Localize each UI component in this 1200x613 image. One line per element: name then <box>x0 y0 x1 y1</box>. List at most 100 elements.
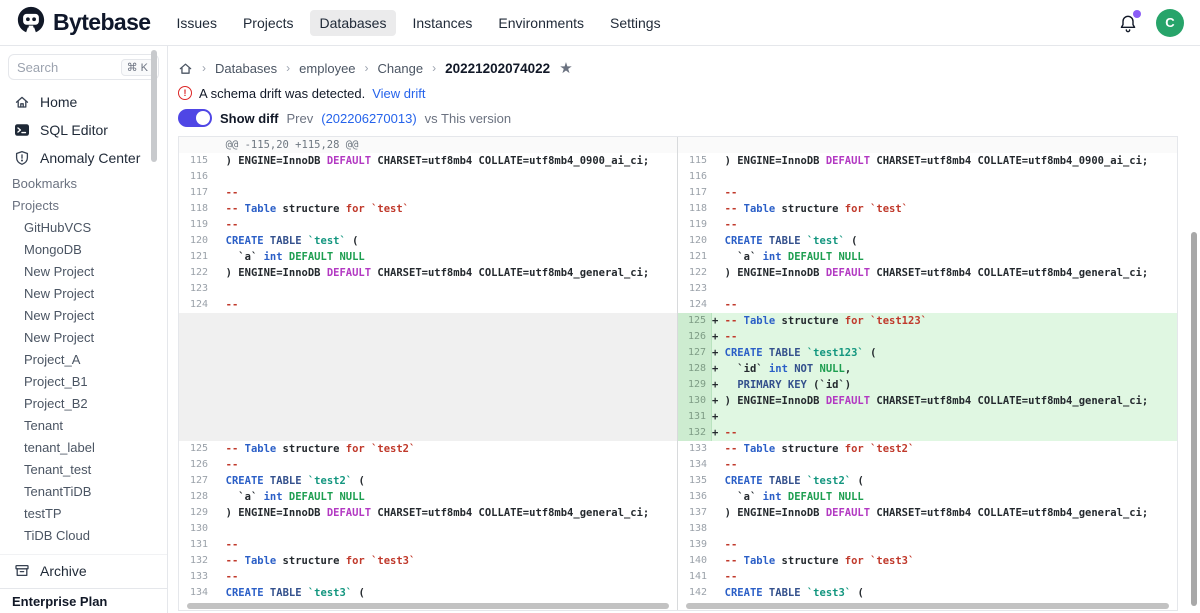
code-line: + ) ENGINE=InnoDB DEFAULT CHARSET=utf8mb… <box>712 393 1148 409</box>
nav-item-issues[interactable]: Issues <box>166 10 226 36</box>
show-diff-toggle[interactable] <box>178 109 212 127</box>
breadcrumb-home-icon[interactable] <box>178 61 193 76</box>
line-number: 119 <box>678 217 712 233</box>
code-line: CREATE TABLE `test` ( <box>213 233 358 249</box>
line-number: 139 <box>678 537 712 553</box>
line-number: 117 <box>678 185 712 201</box>
code-line <box>213 169 226 185</box>
diff-marker <box>213 235 226 247</box>
sidebar-project-item[interactable]: Project_B2 <box>0 392 167 414</box>
code-line: `a` int DEFAULT NULL <box>213 489 365 505</box>
code-line: + `id` int NOT NULL, <box>712 361 851 377</box>
diff-marker <box>712 507 725 519</box>
diff-add-marker: + <box>712 331 725 343</box>
hscroll-thumb[interactable] <box>187 603 669 609</box>
sidebar-archive-section: Archive <box>0 554 167 585</box>
search-box[interactable]: ⌘ K <box>8 54 159 80</box>
breadcrumb: › Databases › employee › Change › 202212… <box>178 56 1178 80</box>
brand[interactable]: Bytebase <box>16 5 150 40</box>
diff-add-marker: + <box>712 347 725 359</box>
code-line <box>712 137 725 153</box>
line-number: 131 <box>179 537 213 553</box>
home-icon <box>14 94 30 110</box>
diff-marker <box>712 171 725 183</box>
sidebar-project-item[interactable]: Tenant_test <box>0 458 167 480</box>
sidebar-project-item[interactable]: New Project <box>0 304 167 326</box>
line-number: 131 <box>678 409 712 425</box>
sidebar-section-bookmarks[interactable]: Bookmarks <box>0 172 167 194</box>
code-line: CREATE TABLE `test2` ( <box>213 473 365 489</box>
line-number: 119 <box>179 217 213 233</box>
code-line: @@ -115,20 +115,28 @@ <box>213 137 358 153</box>
sidebar-item-archive[interactable]: Archive <box>0 557 167 585</box>
code-line: -- <box>213 457 238 473</box>
sidebar-project-item[interactable]: New Project <box>0 326 167 348</box>
sidebar-item-sql-editor[interactable]: SQL Editor <box>0 116 167 144</box>
sidebar-section-projects[interactable]: Projects <box>0 194 167 216</box>
breadcrumb-item-databases[interactable]: Databases <box>215 61 277 76</box>
code-line: -- <box>213 537 238 553</box>
nav-item-instances[interactable]: Instances <box>402 10 482 36</box>
diff-marker <box>712 571 725 583</box>
diff-code-row: 133 -- Table structure for `test2` <box>678 441 1177 457</box>
sidebar-project-item[interactable]: New Project <box>0 260 167 282</box>
sidebar-project-item[interactable]: MongoDB <box>0 238 167 260</box>
sidebar-project-item[interactable]: GitHubVCS <box>0 216 167 238</box>
code-line: -- <box>712 217 737 233</box>
shield-icon <box>14 150 30 166</box>
bell-icon[interactable] <box>1118 13 1138 33</box>
code-line: -- Table structure for `test` <box>213 201 409 217</box>
line-number: 128 <box>179 489 213 505</box>
avatar[interactable]: C <box>1156 9 1184 37</box>
sidebar-project-item[interactable]: testTP <box>0 502 167 524</box>
diff-gap-row <box>179 329 677 345</box>
diff-code-row: 130 <box>179 521 677 537</box>
diff-marker <box>213 171 226 183</box>
sidebar-item-anomaly-center[interactable]: Anomaly Center <box>0 144 167 172</box>
diff-marker <box>712 251 725 263</box>
line-number: 129 <box>179 505 213 521</box>
diff-marker <box>712 523 725 535</box>
search-input[interactable] <box>17 60 117 75</box>
sidebar-project-item[interactable]: Project_B1 <box>0 370 167 392</box>
diff-rows-right: 115 ) ENGINE=InnoDB DEFAULT CHARSET=utf8… <box>678 137 1177 601</box>
diff-marker <box>213 187 226 199</box>
breadcrumb-item-employee[interactable]: employee <box>299 61 355 76</box>
archive-box-icon <box>14 563 30 579</box>
diff-code-row: 140 -- Table structure for `test3` <box>678 553 1177 569</box>
star-icon[interactable]: ★ <box>559 61 572 76</box>
nav-item-projects[interactable]: Projects <box>233 10 304 36</box>
code-line: -- Table structure for `test2` <box>712 441 914 457</box>
code-line: -- <box>213 217 238 233</box>
nav-item-databases[interactable]: Databases <box>310 10 397 36</box>
code-line: -- Table structure for `test2` <box>213 441 415 457</box>
line-number: 116 <box>179 169 213 185</box>
sidebar-scrollbar[interactable] <box>151 50 157 162</box>
view-drift-link[interactable]: View drift <box>372 86 425 101</box>
breadcrumb-item-change[interactable]: Change <box>378 61 424 76</box>
line-number: 132 <box>678 425 712 441</box>
page-vertical-scrollbar[interactable] <box>1191 232 1197 606</box>
sidebar-project-item[interactable]: tenant_label <box>0 436 167 458</box>
diff-hunk-header <box>678 137 1177 153</box>
sidebar-project-item[interactable]: New Project <box>0 282 167 304</box>
sidebar-project-item[interactable]: Tenant <box>0 414 167 436</box>
prev-version-link[interactable]: (202206270013) <box>321 111 416 126</box>
line-number: 115 <box>678 153 712 169</box>
diff-added-row: 130+ ) ENGINE=InnoDB DEFAULT CHARSET=utf… <box>678 393 1177 409</box>
diff-marker <box>213 507 226 519</box>
line-number: 136 <box>678 489 712 505</box>
code-line: -- Table structure for `test` <box>712 201 908 217</box>
sidebar-item-home[interactable]: Home <box>0 88 167 116</box>
line-number: 120 <box>179 233 213 249</box>
nav-item-settings[interactable]: Settings <box>600 10 671 36</box>
sidebar-project-item[interactable]: TiDB Cloud <box>0 524 167 546</box>
sidebar-project-item[interactable]: TenantTiDB <box>0 480 167 502</box>
sidebar-project-item[interactable]: Project_A <box>0 348 167 370</box>
nav-item-environments[interactable]: Environments <box>488 10 594 36</box>
code-line <box>712 281 725 297</box>
hscroll-thumb[interactable] <box>686 603 1169 609</box>
diff-marker <box>712 187 725 199</box>
diff-marker <box>712 219 725 231</box>
line-number: 124 <box>678 297 712 313</box>
